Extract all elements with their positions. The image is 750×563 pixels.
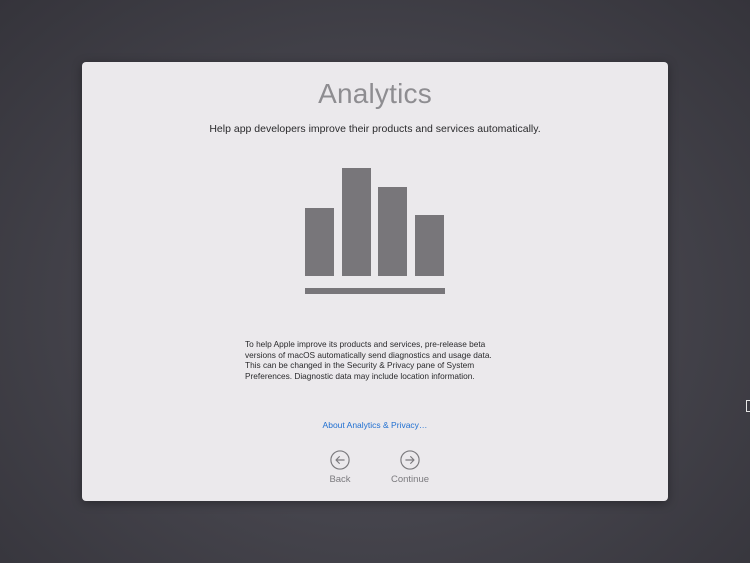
continue-button[interactable]: Continue [380, 450, 440, 485]
setup-assistant-panel: Analytics Help app developers improve th… [82, 62, 668, 501]
about-analytics-privacy-link[interactable]: About Analytics & Privacy… [82, 420, 668, 430]
back-button[interactable]: Back [310, 450, 370, 485]
arrow-right-circle-icon [400, 450, 420, 470]
analytics-description: To help Apple improve its products and s… [245, 339, 515, 381]
description-line: To help Apple improve its products and s… [245, 339, 486, 349]
page-title: Analytics [318, 78, 432, 109]
bar-chart-icon-bar-2 [342, 168, 371, 276]
bar-chart-icon-bar-3 [378, 187, 407, 276]
page-subtitle: Help app developers improve their produc… [209, 123, 541, 135]
description-line: versions of macOS automatically send dia… [245, 349, 492, 360]
description-line: Preferences. Diagnostic data may include… [245, 370, 475, 381]
description-line: This can be changed in the Security & Pr… [245, 360, 475, 371]
bar-chart-icon-bar-4 [415, 215, 444, 276]
bar-chart-icon-bar-1 [305, 208, 334, 276]
mouse-cursor [746, 400, 750, 412]
continue-label: Continue [390, 474, 430, 485]
bar-chart-icon-baseline [305, 288, 445, 294]
bar-chart-icon [305, 168, 445, 294]
arrow-left-circle-icon [330, 450, 350, 470]
back-label: Back [329, 474, 351, 485]
